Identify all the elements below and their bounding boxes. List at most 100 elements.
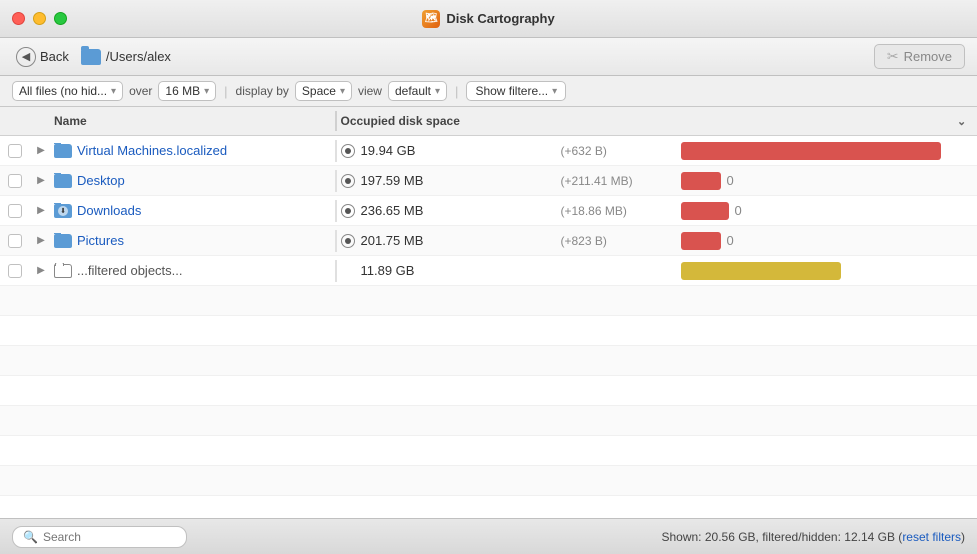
checkbox-4[interactable]	[8, 234, 22, 248]
size-select[interactable]: 16 MB ▾	[158, 81, 216, 101]
table-row[interactable]: ▶ Desktop 197.59 MB (+211.41 MB) 0	[0, 166, 977, 196]
gear-overlay: ⬇	[58, 206, 68, 216]
folder-icon-5	[54, 264, 72, 278]
path-text: /Users/alex	[106, 49, 171, 64]
header-name: Name	[52, 114, 331, 128]
header-chevron: ⌄	[957, 115, 977, 128]
table-header: Name Occupied disk space ⌄	[0, 107, 977, 136]
show-filtered-arrow: ▾	[552, 86, 557, 97]
row-expand-5[interactable]: ▶	[30, 265, 52, 276]
close-button[interactable]	[12, 12, 25, 25]
view-value: default	[395, 84, 431, 98]
window-controls	[12, 12, 67, 25]
folder-icon-3: ⬇	[54, 204, 72, 218]
row-space-3: 236.65 MB	[341, 203, 561, 218]
row-name-1: Virtual Machines.localized	[52, 143, 331, 158]
row-checkbox-1[interactable]	[0, 144, 30, 158]
row-bar-4: 0	[681, 232, 958, 250]
minimize-button[interactable]	[33, 12, 46, 25]
row-space-2: 197.59 MB	[341, 173, 561, 188]
row-bar-1	[681, 142, 958, 160]
row-checkbox-4[interactable]	[0, 234, 30, 248]
radio-3[interactable]	[341, 204, 355, 218]
table-row[interactable]: ▶ Virtual Machines.localized 19.94 GB (+…	[0, 136, 977, 166]
bar-fill-5	[681, 262, 841, 280]
row-expand-2[interactable]: ▶	[30, 175, 52, 186]
back-button[interactable]: ◀ Back	[12, 45, 73, 69]
display-select[interactable]: Space ▾	[295, 81, 352, 101]
toolbar: ◀ Back /Users/alex ✂ Remove	[0, 38, 977, 76]
row-space-1: 19.94 GB	[341, 143, 561, 158]
view-arrow: ▾	[435, 86, 440, 97]
bar-zero-4: 0	[727, 233, 734, 248]
row-sep-4	[335, 230, 337, 252]
show-filtered-button[interactable]: Show filtere... ▾	[466, 81, 566, 101]
checkbox-3[interactable]	[8, 204, 22, 218]
row-bar-5	[681, 262, 958, 280]
bar-fill-4	[681, 232, 721, 250]
back-label: Back	[40, 49, 69, 64]
header-sep	[335, 111, 337, 131]
table-row[interactable]: ▶ ⬇ Downloads 236.65 MB (+18.86 MB) 0	[0, 196, 977, 226]
search-box[interactable]: 🔍	[12, 526, 187, 548]
bar-zero-2: 0	[727, 173, 734, 188]
filterbar: All files (no hid... ▾ over 16 MB ▾ | di…	[0, 76, 977, 107]
table-body: ▶ Virtual Machines.localized 19.94 GB (+…	[0, 136, 977, 518]
files-filter-select[interactable]: All files (no hid... ▾	[12, 81, 123, 101]
empty-row	[0, 316, 977, 346]
bar-fill-2	[681, 172, 721, 190]
remove-button[interactable]: ✂ Remove	[874, 44, 965, 69]
search-input[interactable]	[43, 530, 163, 544]
row-sep-2	[335, 170, 337, 192]
header-space: Occupied disk space	[341, 114, 561, 128]
display-label: display by	[236, 84, 289, 98]
folder-icon-1	[54, 144, 72, 158]
status-suffix: )	[961, 530, 965, 544]
table-row[interactable]: ▶ ...filtered objects... 11.89 GB	[0, 256, 977, 286]
bar-fill-3	[681, 202, 729, 220]
app-icon: 🗺	[422, 10, 440, 28]
empty-row	[0, 466, 977, 496]
display-value: Space	[302, 84, 336, 98]
row-checkbox-5[interactable]	[0, 264, 30, 278]
row-expand-3[interactable]: ▶	[30, 205, 52, 216]
size-arrow: ▾	[204, 86, 209, 97]
row-checkbox-2[interactable]	[0, 174, 30, 188]
sep1: |	[224, 84, 227, 99]
size-value: 16 MB	[165, 84, 200, 98]
titlebar: 🗺 Disk Cartography	[0, 0, 977, 38]
row-sep-3	[335, 200, 337, 222]
files-filter-label: All files (no hid...	[19, 84, 107, 98]
checkbox-1[interactable]	[8, 144, 22, 158]
checkbox-2[interactable]	[8, 174, 22, 188]
statusbar: 🔍 Shown: 20.56 GB, filtered/hidden: 12.1…	[0, 518, 977, 554]
table-row[interactable]: ▶ Pictures 201.75 MB (+823 B) 0	[0, 226, 977, 256]
row-name-4: Pictures	[52, 233, 331, 248]
row-change-3: (+18.86 MB)	[561, 204, 681, 218]
empty-row	[0, 436, 977, 466]
back-icon: ◀	[16, 47, 36, 67]
radio-2[interactable]	[341, 174, 355, 188]
bar-zero-3: 0	[735, 203, 742, 218]
empty-row	[0, 346, 977, 376]
size-label: over	[129, 84, 152, 98]
maximize-button[interactable]	[54, 12, 67, 25]
radio-4[interactable]	[341, 234, 355, 248]
empty-row	[0, 376, 977, 406]
display-arrow: ▾	[340, 86, 345, 97]
folder-icon-2	[54, 174, 72, 188]
row-expand-1[interactable]: ▶	[30, 145, 52, 156]
view-select[interactable]: default ▾	[388, 81, 447, 101]
sep2: |	[455, 84, 458, 99]
radio-1[interactable]	[341, 144, 355, 158]
row-bar-3: 0	[681, 202, 958, 220]
row-change-4: (+823 B)	[561, 234, 681, 248]
row-checkbox-3[interactable]	[0, 204, 30, 218]
empty-row	[0, 406, 977, 436]
app-title-group: 🗺 Disk Cartography	[422, 10, 554, 28]
table-container: Name Occupied disk space ⌄ ▶ Virtual Mac…	[0, 107, 977, 518]
reset-filters-link[interactable]: reset filters	[902, 530, 961, 544]
row-space-5: 11.89 GB	[341, 263, 561, 278]
checkbox-5[interactable]	[8, 264, 22, 278]
row-expand-4[interactable]: ▶	[30, 235, 52, 246]
